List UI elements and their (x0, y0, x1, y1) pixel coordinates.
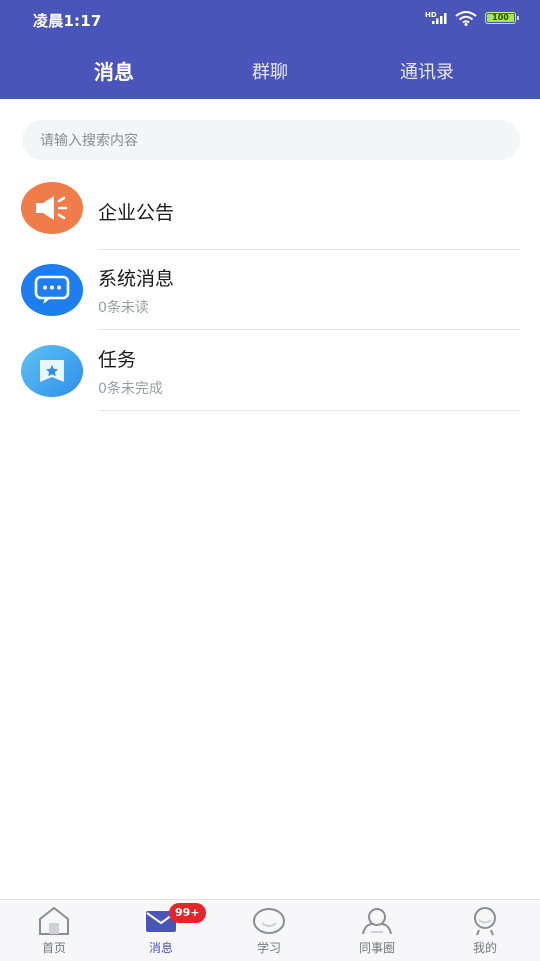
search-input[interactable] (38, 120, 502, 162)
list-item-subtitle: 0条未完成 (98, 381, 163, 397)
list-item-system-messages[interactable]: 系统消息 0条未读 (0, 250, 540, 331)
list-item-title: 企业公告 (98, 202, 175, 224)
nav-label: 同事圈 (358, 941, 395, 955)
list-item-title: 系统消息 (98, 268, 175, 290)
status-time: 凌晨1:17 (33, 12, 102, 30)
list-item-title: 任务 (98, 349, 137, 371)
bottom-nav: 首页 消息 学习 同事圈 我的 (0, 899, 540, 961)
tab-contacts[interactable]: 通讯录 (400, 58, 454, 84)
battery-level: 100 (487, 14, 514, 22)
study-icon (253, 908, 285, 934)
divider (98, 329, 520, 330)
status-bar: 凌晨1:17 HD 100 (0, 0, 540, 38)
nav-home[interactable]: 首页 (14, 900, 94, 961)
nav-label: 首页 (41, 941, 66, 955)
list-item-subtitle: 0条未读 (98, 300, 149, 316)
top-tabs: 消息 群聊 通讯录 (0, 50, 540, 90)
task-icon (21, 345, 83, 397)
signal-icon (432, 13, 447, 24)
divider (98, 410, 520, 411)
megaphone-icon (21, 182, 83, 234)
nav-label: 学习 (256, 941, 281, 955)
battery-nub (517, 16, 519, 20)
nav-colleagues[interactable]: 同事圈 (337, 900, 417, 961)
list-item-tasks[interactable]: 任务 0条未完成 (0, 331, 540, 412)
chat-bubble-icon (21, 264, 83, 316)
list-item-announcements[interactable]: 企业公告 (0, 169, 540, 250)
battery-icon: 100 (485, 12, 519, 24)
nav-label: 消息 (148, 941, 173, 955)
search-bar (22, 120, 520, 162)
nav-profile[interactable]: 我的 (445, 900, 525, 961)
colleagues-icon (362, 908, 392, 935)
tab-messages[interactable]: 消息 (94, 56, 134, 85)
nav-label: 我的 (472, 941, 497, 955)
profile-icon (474, 907, 496, 936)
wifi-icon (455, 11, 477, 26)
nav-study[interactable]: 学习 (229, 900, 309, 961)
home-icon (39, 906, 69, 935)
tab-group-chat[interactable]: 群聊 (252, 58, 288, 84)
header: 凌晨1:17 HD 100 消息 群聊 通讯录 (0, 0, 540, 99)
unread-badge: 99+ (169, 903, 206, 923)
